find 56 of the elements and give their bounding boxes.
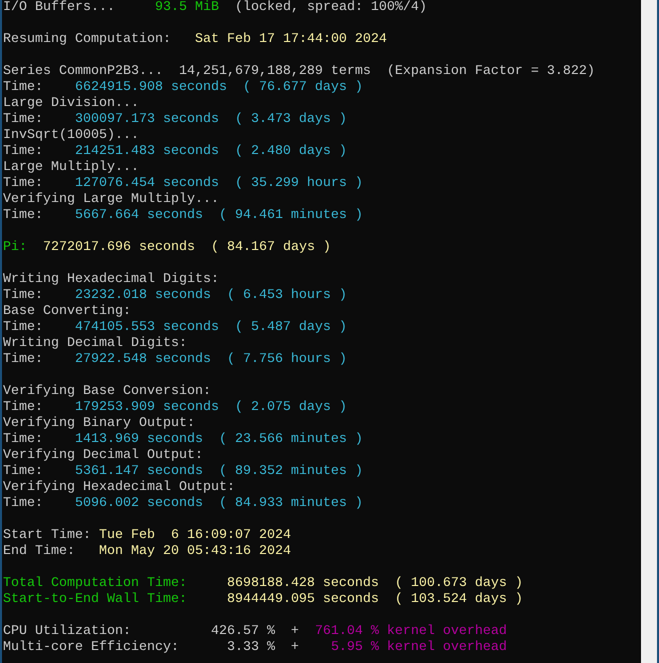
terminal-text: Verifying Decimal Output: — [3, 448, 203, 464]
terminal-text: 6624915.908 seconds ( 76.677 days ) — [74, 80, 363, 96]
terminal-text: Time: — [3, 464, 44, 480]
terminal-text: Time: — [3, 400, 44, 416]
terminal-text: 93.5 MiB — [154, 0, 219, 16]
terminal-text: Large Division... — [3, 96, 139, 112]
terminal-text: 5.95 % kernel overhead — [330, 640, 507, 656]
terminal-text: Verifying Hexadecimal Output: — [3, 480, 235, 496]
terminal-text: CPU Utilization: 426.57 % + — [3, 624, 300, 640]
terminal-text: 300097.173 seconds ( 3.473 days ) — [74, 112, 347, 128]
terminal-text: Time: — [3, 176, 44, 192]
terminal-text: (locked, spread: 100%/4) — [234, 0, 427, 16]
terminal-text: 474105.553 seconds ( 5.487 days ) — [74, 320, 347, 336]
terminal-text: Time: — [3, 432, 44, 448]
terminal-text: Resuming Computation: — [3, 32, 172, 48]
terminal-text: Time: — [3, 80, 44, 96]
terminal-text: Large Multiply... — [3, 160, 139, 176]
terminal-text: Mon May 20 05:43:16 2024 — [98, 544, 291, 560]
terminal-text: 127076.454 seconds ( 35.299 hours ) — [74, 176, 363, 192]
terminal-text: 1413.969 seconds ( 23.566 minutes ) — [74, 432, 363, 448]
terminal-text: End Time: — [3, 544, 76, 560]
terminal-text: Start-to-End Wall Time: — [3, 592, 188, 608]
terminal-text: 8698188.428 seconds ( 100.673 days ) — [226, 576, 523, 592]
terminal-text: 5667.664 seconds ( 94.461 minutes ) — [74, 208, 363, 224]
terminal-text: InvSqrt(10005)... — [3, 128, 139, 144]
terminal-text: Sat Feb 17 17:44:00 2024 — [194, 32, 387, 48]
terminal-text: Time: — [3, 144, 44, 160]
terminal-text: Writing Decimal Digits: — [3, 336, 187, 352]
terminal-text: Tue Feb 6 16:09:07 2024 — [98, 528, 291, 544]
terminal-text: I/O Buffers... — [3, 0, 116, 16]
terminal-text: Base Converting: — [3, 304, 131, 320]
terminal-text: Total Computation Time: — [3, 576, 188, 592]
terminal-text: 761.04 % kernel overhead — [314, 624, 507, 640]
terminal-text: 27922.548 seconds ( 7.756 hours ) — [74, 352, 347, 368]
terminal-text: Series CommonP2B3... 14,251,679,188,289 terms (Expansion Factor = 3.822) — [3, 64, 595, 80]
terminal-text: Verifying Base Conversion: — [3, 384, 211, 400]
terminal-text: 8944449.095 seconds ( 103.524 days ) — [226, 592, 523, 608]
terminal-text: Time: — [3, 352, 44, 368]
terminal-text: Time: — [3, 496, 44, 512]
terminal-text: 23232.018 seconds ( 6.453 hours ) — [74, 288, 347, 304]
terminal-text: Time: — [3, 112, 44, 128]
terminal-text: Start Time: — [3, 528, 92, 544]
terminal-text: Time: — [3, 288, 44, 304]
terminal-text: Multi-core Efficiency: 3.33 % + — [3, 640, 300, 656]
terminal-text: 7272017.696 seconds ( 84.167 days ) — [43, 240, 331, 256]
terminal-text: Verifying Large Multiply... — [3, 192, 219, 208]
terminal-text: 214251.483 seconds ( 2.480 days ) — [74, 144, 347, 160]
terminal-text: Time: — [3, 208, 44, 224]
terminal-text: Writing Hexadecimal Digits: — [3, 272, 219, 288]
terminal-text: Verifying Binary Output: — [3, 416, 195, 432]
terminal-text: Pi: — [3, 240, 28, 256]
terminal-text: 5096.002 seconds ( 84.933 minutes ) — [74, 496, 363, 512]
scrollbar-track[interactable] — [641, 0, 659, 663]
terminal-text: 5361.147 seconds ( 89.352 minutes ) — [74, 464, 363, 480]
terminal-text: 179253.909 seconds ( 2.075 days ) — [74, 400, 347, 416]
terminal-text: Time: — [3, 320, 44, 336]
